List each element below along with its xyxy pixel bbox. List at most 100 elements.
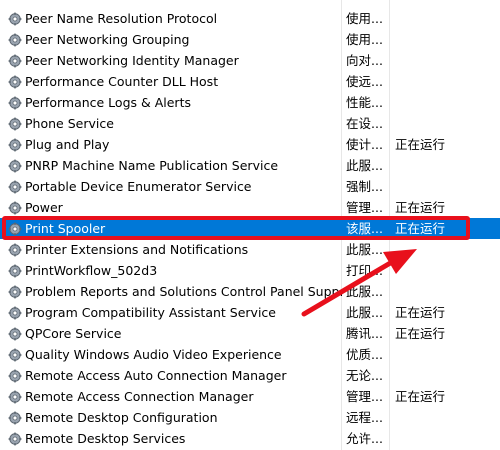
service-status	[395, 113, 455, 134]
service-name: Problem Reports and Solutions Control Pa…	[8, 281, 342, 302]
service-name: Print Spooler	[8, 218, 342, 239]
service-description: 使远...	[346, 74, 383, 89]
service-status	[395, 155, 455, 176]
service-description: 管理...	[346, 200, 383, 215]
service-name: Performance Logs & Alerts	[8, 92, 342, 113]
service-description: 管理...	[346, 389, 383, 404]
service-description: 在设...	[346, 116, 383, 131]
service-name-label: Remote Desktop Configuration	[25, 410, 218, 425]
gear-service-icon	[8, 242, 22, 257]
service-description: 打印...	[346, 263, 383, 278]
service-status	[395, 8, 455, 29]
service-status	[395, 50, 455, 71]
service-description: 允许...	[346, 431, 383, 446]
service-row[interactable]: Remote Access Auto Connection Manager 无论.…	[0, 365, 500, 386]
service-name-label: Peer Name Resolution Protocol	[25, 11, 218, 26]
service-row[interactable]: QPCore Service 腾讯... 正在运行	[0, 323, 500, 344]
gear-service-icon	[8, 284, 22, 299]
service-row[interactable]: Print Spooler 该服... 正在运行	[0, 218, 500, 239]
service-name-label: Performance Counter DLL Host	[25, 74, 219, 89]
service-name-label: Remote Access Auto Connection Manager	[25, 368, 287, 383]
service-name-label: QPCore Service	[25, 326, 122, 341]
service-description: 优质...	[346, 347, 383, 362]
gear-service-icon	[8, 200, 22, 215]
service-row[interactable]: Peer Networking Grouping 使用...	[0, 29, 500, 50]
service-row[interactable]: PNRP Machine Name Publication Service 此服.…	[0, 155, 500, 176]
gear-service-icon	[8, 95, 22, 110]
service-row[interactable]: PrintWorkflow_502d3 打印...	[0, 260, 500, 281]
service-description: 远程...	[346, 410, 383, 425]
service-name-label: Printer Extensions and Notifications	[25, 242, 249, 257]
service-row[interactable]: Remote Desktop Configuration 远程...	[0, 407, 500, 428]
gear-service-icon	[8, 158, 22, 173]
service-name-label: Performance Logs & Alerts	[25, 95, 191, 110]
service-row[interactable]: Peer Networking Identity Manager 向对...	[0, 50, 500, 71]
service-row[interactable]: Plug and Play 使计... 正在运行	[0, 134, 500, 155]
service-description: 性能...	[346, 95, 383, 110]
service-name-label: Plug and Play	[25, 137, 110, 152]
service-row[interactable]: Performance Logs & Alerts 性能...	[0, 92, 500, 113]
service-row[interactable]: Remote Access Connection Manager 管理... 正在运…	[0, 386, 500, 407]
service-description: 向对...	[346, 53, 383, 68]
service-status	[395, 407, 455, 428]
gear-service-icon	[8, 410, 22, 425]
service-description: 此服...	[346, 158, 383, 173]
service-name: Plug and Play	[8, 134, 342, 155]
service-name: Performance Counter DLL Host	[8, 71, 342, 92]
gear-service-icon	[8, 116, 22, 131]
service-status	[395, 71, 455, 92]
service-name: Phone Service	[8, 113, 342, 134]
service-status	[395, 281, 455, 302]
service-name: QPCore Service	[8, 323, 342, 344]
service-row[interactable]: Performance Counter DLL Host 使远...	[0, 71, 500, 92]
service-status: 正在运行	[395, 389, 446, 404]
service-name: Remote Desktop Configuration	[8, 407, 342, 428]
gear-service-icon	[8, 263, 22, 278]
service-row[interactable]: Printer Extensions and Notifications 此服..…	[0, 239, 500, 260]
service-description: 使计...	[346, 137, 383, 152]
service-description: 无论...	[346, 368, 383, 383]
service-status	[395, 239, 455, 260]
service-status	[395, 92, 455, 113]
services-list: Peer Name Resolution Protocol 使用... Peer N…	[0, 0, 500, 450]
service-description: 此服...	[346, 284, 383, 299]
gear-service-icon	[8, 53, 22, 68]
service-name: PNRP Machine Name Publication Service	[8, 155, 342, 176]
service-row[interactable]: Power 管理... 正在运行	[0, 197, 500, 218]
service-status: 正在运行	[395, 326, 446, 341]
service-name-label: Power	[25, 200, 63, 215]
service-name: Portable Device Enumerator Service	[8, 176, 342, 197]
service-name-label: Peer Networking Identity Manager	[25, 53, 239, 68]
service-status	[395, 344, 455, 365]
service-status	[395, 176, 455, 197]
service-name: PrintWorkflow_502d3	[8, 260, 342, 281]
gear-service-icon	[8, 74, 22, 89]
service-row[interactable]: Problem Reports and Solutions Control Pa…	[0, 281, 500, 302]
service-row[interactable]: Program Compatibility Assistant Service 此…	[0, 302, 500, 323]
service-description: 腾讯...	[346, 326, 383, 341]
service-status: 正在运行	[395, 200, 446, 215]
service-row[interactable]: Quality Windows Audio Video Experience 优质…	[0, 344, 500, 365]
service-name: Program Compatibility Assistant Service	[8, 302, 342, 323]
service-name-label: Portable Device Enumerator Service	[25, 179, 252, 194]
service-name-label: PNRP Machine Name Publication Service	[25, 158, 279, 173]
service-name-label: Quality Windows Audio Video Experience	[25, 347, 282, 362]
service-row[interactable]: Phone Service 在设...	[0, 113, 500, 134]
gear-service-icon	[8, 389, 22, 404]
service-row[interactable]: Peer Name Resolution Protocol 使用...	[0, 8, 500, 29]
service-name: Remote Access Auto Connection Manager	[8, 365, 342, 386]
gear-service-icon	[8, 221, 22, 236]
service-name-label: Problem Reports and Solutions Control Pa…	[25, 284, 342, 299]
service-row[interactable]: Remote Desktop Services 允许...	[0, 428, 500, 449]
service-row[interactable]: Portable Device Enumerator Service 强制...	[0, 176, 500, 197]
gear-service-icon	[8, 368, 22, 383]
service-status	[395, 428, 455, 449]
gear-service-icon	[8, 431, 22, 446]
gear-service-icon	[8, 32, 22, 47]
service-description: 强制...	[346, 179, 383, 194]
service-name-label: Remote Desktop Services	[25, 431, 186, 446]
gear-service-icon	[8, 347, 22, 362]
service-status	[395, 260, 455, 281]
service-name-label: Peer Networking Grouping	[25, 32, 190, 47]
service-status	[395, 365, 455, 386]
